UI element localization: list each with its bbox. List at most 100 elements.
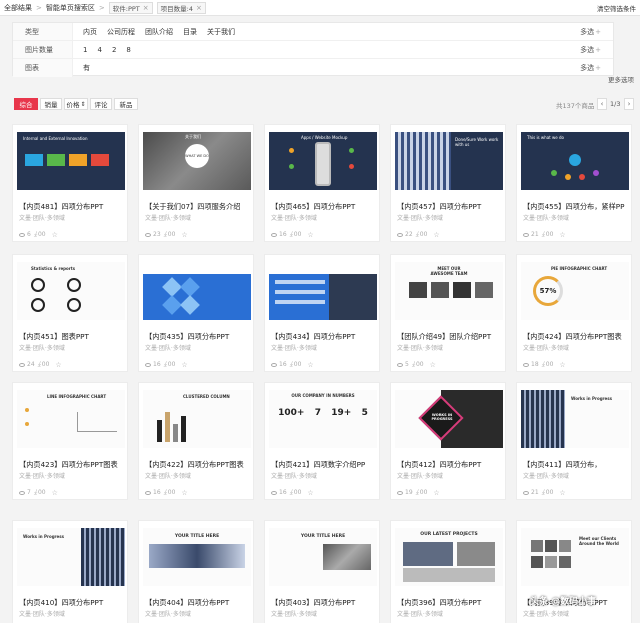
card-title[interactable]: 【内页412】四项分布PPT — [397, 460, 505, 470]
filter-option[interactable]: 4 — [97, 46, 101, 54]
star-icon[interactable]: ☆ — [430, 361, 436, 369]
card-title[interactable]: 【内页455】四项分布，紧样PP — [523, 202, 631, 212]
card-title[interactable]: 【内页465】四项分布PPT — [271, 202, 379, 212]
card-thumbnail[interactable] — [143, 262, 251, 320]
star-icon[interactable]: ☆ — [181, 489, 187, 497]
card-thumbnail[interactable]: OUR LATEST PROJECTS — [395, 528, 503, 586]
filter-option[interactable]: 1 — [83, 46, 87, 54]
result-card[interactable]: Works in Progress 【内页411】四项分布， 文墨·团队·多领域… — [516, 382, 632, 500]
card-thumbnail[interactable]: WORKS IN PROGRESS — [395, 390, 503, 448]
card-title[interactable]: 【内页423】四项分布PPT图表 — [19, 460, 127, 470]
filter-option[interactable]: 团队介绍 — [145, 27, 173, 37]
card-title[interactable]: 【内页396】四项分布PPT — [397, 598, 505, 608]
result-card[interactable]: Apps / Website Mockup 【内页465】四项分布PPT 文墨·… — [264, 124, 380, 242]
card-title[interactable]: 【内页403】四项分布PPT — [271, 598, 379, 608]
card-thumbnail[interactable]: Works in Progress — [521, 390, 629, 448]
card-thumbnail[interactable]: YOUR TITLE HERE — [143, 528, 251, 586]
filter-option[interactable]: 目录 — [183, 27, 197, 37]
star-icon[interactable]: ☆ — [559, 231, 565, 239]
filter-option[interactable]: 内页 — [83, 27, 97, 37]
card-thumbnail[interactable]: This is what we do — [521, 132, 629, 190]
card-thumbnail[interactable]: MEET OUR AWESOME TEAM — [395, 262, 503, 320]
result-card[interactable]: YOUR TITLE HERE 【内页403】四项分布PPT 文墨·团队·多领域 — [264, 520, 380, 623]
card-title[interactable]: 【关于我们07】四项服务介绍 — [145, 202, 253, 212]
card-thumbnail[interactable]: LINE INFOGRAPHIC CHART — [17, 390, 125, 448]
result-card[interactable]: PIE INFOGRAPHIC CHART 57% 【内页424】四项分布PPT… — [516, 254, 632, 372]
card-thumbnail[interactable]: Statistics & reports — [17, 262, 125, 320]
card-title[interactable]: 【内页457】四项分布PPT — [397, 202, 505, 212]
result-card[interactable]: WORKS IN PROGRESS 【内页412】四项分布PPT 文墨·团队·多… — [390, 382, 506, 500]
result-card[interactable]: Internal and External Innovation 【内页481】… — [12, 124, 128, 242]
card-thumbnail[interactable]: Works in Progress — [17, 528, 125, 586]
sort-composite[interactable]: 综合 — [14, 98, 38, 110]
result-card[interactable]: YOUR TITLE HERE 【内页404】四项分布PPT 文墨·团队·多领域 — [138, 520, 254, 623]
sort-price[interactable]: 价格 ⇕ — [64, 98, 88, 110]
prev-page-button[interactable]: ‹ — [597, 98, 607, 110]
result-card[interactable]: Meet our Clients Around the World 【内页395… — [516, 520, 632, 623]
star-icon[interactable]: ☆ — [307, 361, 313, 369]
filter-option[interactable]: 公司历程 — [107, 27, 135, 37]
result-card[interactable]: This is what we do 【内页455】四项分布，紧样PP 文墨·团… — [516, 124, 632, 242]
result-card[interactable]: LINE INFOGRAPHIC CHART 【内页423】四项分布PPT图表 … — [12, 382, 128, 500]
result-card[interactable]: CLUSTERED COLUMN 【内页422】四项分布PPT图表 文墨·团队·… — [138, 382, 254, 500]
star-icon[interactable]: ☆ — [52, 231, 58, 239]
star-icon[interactable]: ☆ — [55, 361, 61, 369]
breadcrumb-root[interactable]: 全部结果 — [0, 3, 36, 13]
result-card[interactable]: OUR LATEST PROJECTS 【内页396】四项分布PPT 文墨·团队… — [390, 520, 506, 623]
card-title[interactable]: 【内页421】四项数字介绍PP — [271, 460, 379, 470]
card-thumbnail[interactable]: 关于我们 WHAT WE DO — [143, 132, 251, 190]
card-title[interactable]: 【内页411】四项分布， — [523, 460, 631, 470]
result-card[interactable]: Works in Progress 【内页410】四项分布PPT 文墨·团队·多… — [12, 520, 128, 623]
card-thumbnail[interactable]: Apps / Website Mockup — [269, 132, 377, 190]
card-title[interactable]: 【团队介绍49】团队介绍PPT — [397, 332, 505, 342]
card-thumbnail[interactable]: Done/Sure Work work with us — [395, 132, 503, 190]
result-card[interactable]: OUR COMPANY IN NUMBERS 100+ 7 19+ 5 【内页4… — [264, 382, 380, 500]
result-card[interactable]: Done/Sure Work work with us 【内页457】四项分布P… — [390, 124, 506, 242]
next-page-button[interactable]: › — [624, 98, 634, 110]
star-icon[interactable]: ☆ — [559, 361, 565, 369]
sort-sales[interactable]: 销量 — [40, 98, 62, 110]
card-thumbnail[interactable]: Internal and External Innovation — [17, 132, 125, 190]
more-options-link[interactable]: 更多选项 — [608, 74, 634, 84]
star-icon[interactable]: ☆ — [433, 231, 439, 239]
clear-filters-link[interactable]: 清空筛选条件 — [597, 3, 636, 13]
result-card[interactable]: 关于我们 WHAT WE DO 【关于我们07】四项服务介绍 文墨·团队·多领域… — [138, 124, 254, 242]
close-icon[interactable]: × — [196, 4, 202, 12]
card-title[interactable]: 【内页422】四项分布PPT图表 — [145, 460, 253, 470]
close-icon[interactable]: × — [143, 4, 149, 12]
result-card[interactable]: 【内页434】四项分布PPT 文墨·团队·多领域 16 ⤓ 00 ☆ — [264, 254, 380, 372]
star-icon[interactable]: ☆ — [559, 489, 565, 497]
card-thumbnail[interactable]: OUR COMPANY IN NUMBERS 100+ 7 19+ 5 — [269, 390, 377, 448]
filter-option[interactable]: 2 — [112, 46, 116, 54]
star-icon[interactable]: ☆ — [307, 489, 313, 497]
multi-select-button[interactable]: 多选+ — [580, 45, 601, 55]
result-card[interactable]: 【内页435】四项分布PPT 文墨·团队·多领域 16 ⤓ 00 ☆ — [138, 254, 254, 372]
card-title[interactable]: 【内页424】四项分布PPT图表 — [523, 332, 631, 342]
multi-select-button[interactable]: 多选+ — [580, 27, 601, 37]
card-thumbnail[interactable]: PIE INFOGRAPHIC CHART 57% — [521, 262, 629, 320]
card-title[interactable]: 【内页435】四项分布PPT — [145, 332, 253, 342]
multi-select-button[interactable]: 多选+ — [580, 63, 601, 73]
star-icon[interactable]: ☆ — [52, 489, 58, 497]
star-icon[interactable]: ☆ — [181, 361, 187, 369]
card-thumbnail[interactable]: Meet our Clients Around the World — [521, 528, 629, 586]
card-title[interactable]: 【内页404】四项分布PPT — [145, 598, 253, 608]
card-title[interactable]: 【内页434】四项分布PPT — [271, 332, 379, 342]
sort-reviews[interactable]: 评论 — [90, 98, 112, 110]
star-icon[interactable]: ☆ — [433, 489, 439, 497]
card-thumbnail[interactable] — [269, 262, 377, 320]
star-icon[interactable]: ☆ — [181, 231, 187, 239]
sort-newest[interactable]: 新品 — [114, 98, 138, 110]
card-title[interactable]: 【内页410】四项分布PPT — [19, 598, 127, 608]
result-card[interactable]: MEET OUR AWESOME TEAM 【团队介绍49】团队介绍PPT 文墨… — [390, 254, 506, 372]
result-card[interactable]: Statistics & reports 【内页451】图表PPT 文墨·团队·… — [12, 254, 128, 372]
card-thumbnail[interactable]: CLUSTERED COLUMN — [143, 390, 251, 448]
card-title[interactable]: 【内页481】四项分布PPT — [19, 202, 127, 212]
filter-option[interactable]: 8 — [126, 46, 130, 54]
filter-option[interactable]: 关于我们 — [207, 27, 235, 37]
star-icon[interactable]: ☆ — [307, 231, 313, 239]
card-title[interactable]: 【内页451】图表PPT — [19, 332, 127, 342]
breadcrumb-section[interactable]: 智能单页搜索区 — [42, 3, 99, 13]
card-thumbnail[interactable]: YOUR TITLE HERE — [269, 528, 377, 586]
filter-option[interactable]: 有 — [83, 63, 90, 73]
